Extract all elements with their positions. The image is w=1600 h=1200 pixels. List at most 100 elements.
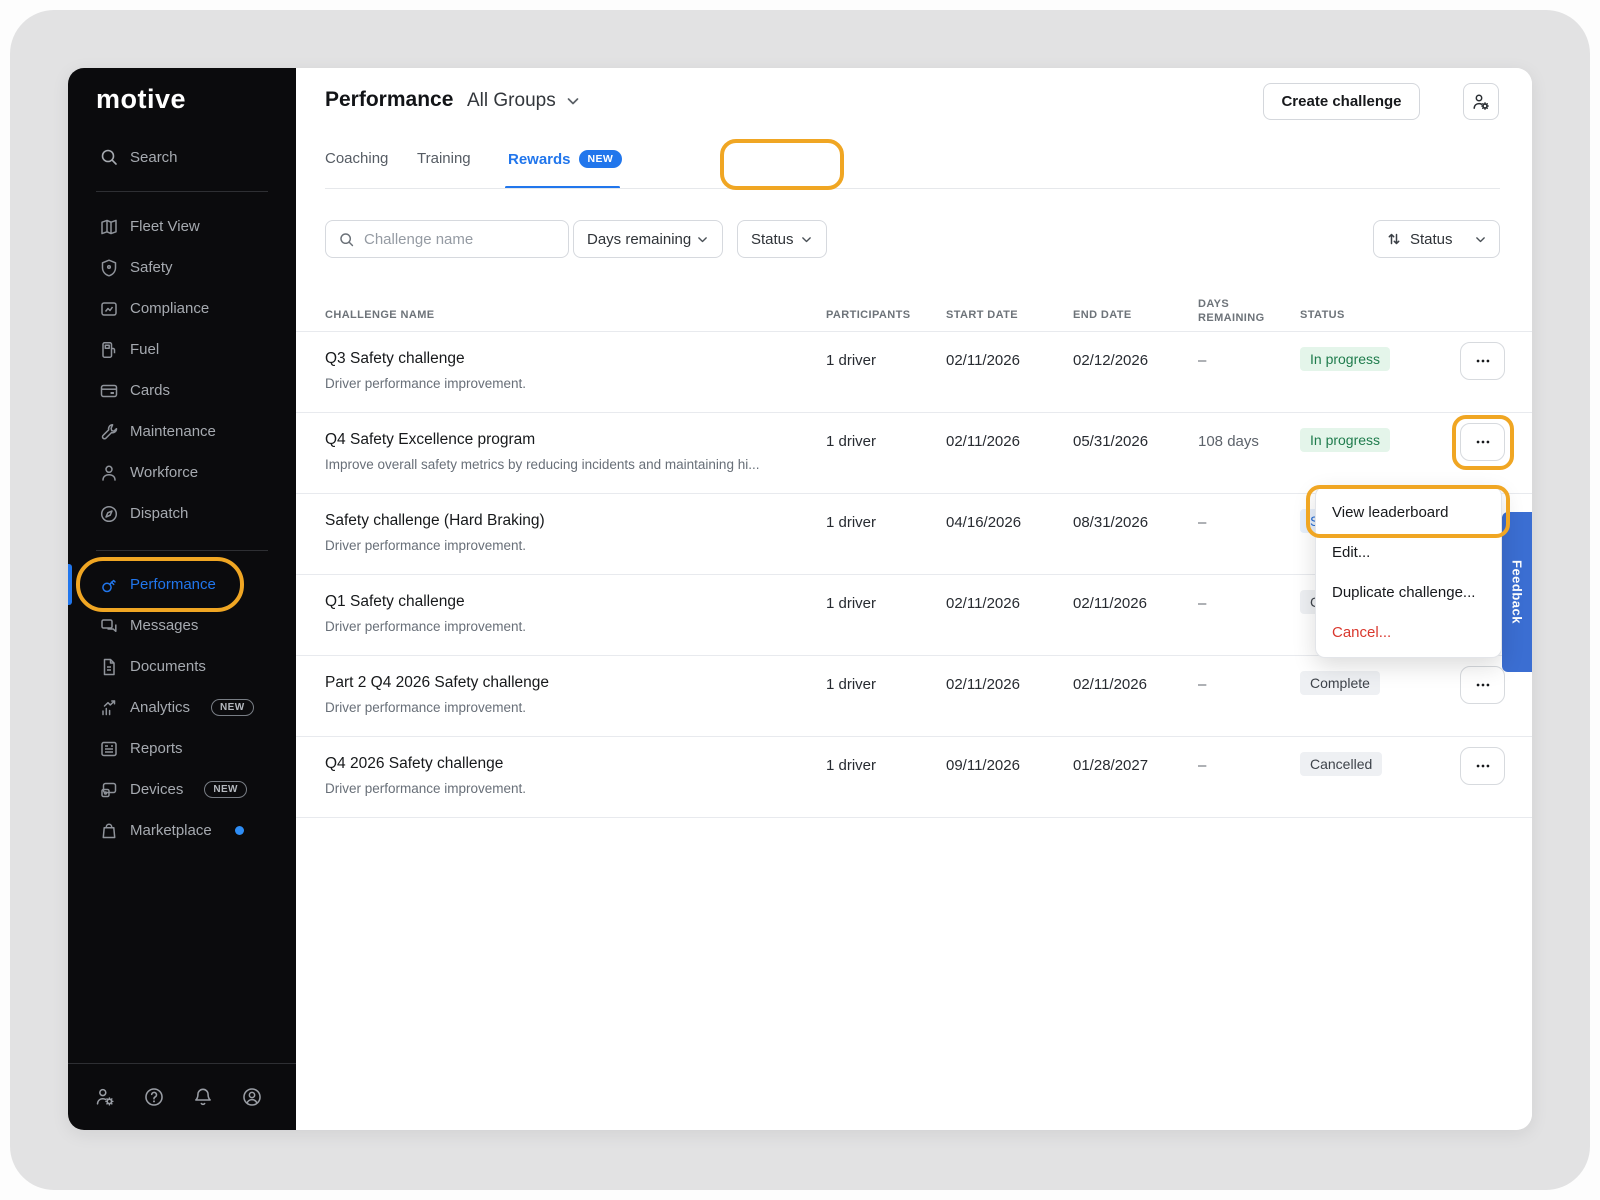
search-icon — [338, 231, 355, 248]
sidebar-item-documents[interactable]: Documents — [68, 646, 296, 687]
table-row[interactable]: Q3 Safety challenge Driver performance i… — [296, 332, 1532, 413]
status-badge: In progress — [1300, 347, 1390, 371]
sidebar-item-label: Reports — [130, 740, 183, 757]
sidebar-item-performance[interactable]: Performance — [68, 564, 296, 605]
sidebar-nav-secondary: Performance Messages Documents Analytics… — [68, 564, 296, 851]
sidebar-item-label: Workforce — [130, 464, 198, 481]
challenge-description: Driver performance improvement. — [325, 700, 526, 715]
whistle-icon — [98, 574, 119, 595]
sidebar-item-fleet-view[interactable]: Fleet View — [68, 206, 296, 247]
days-remaining-value: – — [1198, 595, 1206, 612]
sidebar-nav-primary: Fleet View Safety Compliance Fuel Cards — [68, 206, 296, 534]
row-actions-button[interactable] — [1460, 423, 1505, 461]
feedback-tab[interactable]: Feedback — [1502, 512, 1532, 672]
sidebar-item-label: Fuel — [130, 341, 159, 358]
challenge-name: Part 2 Q4 2026 Safety challenge — [325, 674, 549, 692]
status-filter[interactable]: Status — [737, 220, 827, 258]
row-actions-button[interactable] — [1460, 747, 1505, 785]
notification-dot — [235, 826, 244, 835]
sidebar-item-safety[interactable]: Safety — [68, 247, 296, 288]
days-remaining-value: – — [1198, 514, 1206, 531]
start-date-value: 04/16/2026 — [946, 514, 1021, 531]
notifications-bell-button[interactable] — [189, 1083, 217, 1111]
sidebar-item-fuel[interactable]: Fuel — [68, 329, 296, 370]
row-actions-button[interactable] — [1460, 666, 1505, 704]
participants-value: 1 driver — [826, 433, 876, 450]
participants-value: 1 driver — [826, 514, 876, 531]
menu-item-view-leaderboard[interactable]: View leaderboard — [1316, 493, 1501, 533]
menu-item-edit[interactable]: Edit... — [1316, 533, 1501, 573]
sidebar-item-label: Dispatch — [130, 505, 188, 522]
chat-bubbles-icon — [98, 615, 119, 636]
help-button[interactable] — [140, 1083, 168, 1111]
sidebar-item-marketplace[interactable]: Marketplace — [68, 810, 296, 851]
challenge-description: Driver performance improvement. — [325, 619, 526, 634]
devices-icon — [98, 779, 119, 800]
account-button[interactable] — [238, 1083, 266, 1111]
participants-value: 1 driver — [826, 757, 876, 774]
sidebar-divider — [68, 1063, 296, 1064]
motive-logo: Motive — [96, 84, 186, 115]
table-row[interactable]: Part 2 Q4 2026 Safety challenge Driver p… — [296, 656, 1532, 737]
challenge-description: Improve overall safety metrics by reduci… — [325, 457, 759, 472]
sidebar-search[interactable]: Search — [68, 137, 296, 177]
sidebar: Motive Search Fleet View Safety — [68, 68, 296, 1130]
sidebar-item-dispatch[interactable]: Dispatch — [68, 493, 296, 534]
sidebar-item-workforce[interactable]: Workforce — [68, 452, 296, 493]
challenge-description: Driver performance improvement. — [325, 538, 526, 553]
start-date-value: 02/11/2026 — [946, 433, 1020, 450]
menu-item-cancel[interactable]: Cancel... — [1316, 613, 1501, 653]
tab-training[interactable]: Training — [417, 150, 471, 167]
sidebar-item-compliance[interactable]: Compliance — [68, 288, 296, 329]
sidebar-item-label: Messages — [130, 617, 198, 634]
days-remaining-filter[interactable]: Days remaining — [573, 220, 723, 258]
person-icon — [98, 462, 119, 483]
row-actions-button[interactable] — [1460, 342, 1505, 380]
sidebar-item-devices[interactable]: Devices NEW — [68, 769, 296, 810]
sidebar-item-maintenance[interactable]: Maintenance — [68, 411, 296, 452]
group-filter-dropdown[interactable]: All Groups — [467, 90, 581, 112]
sidebar-item-cards[interactable]: Cards — [68, 370, 296, 411]
sort-control[interactable]: Status — [1373, 220, 1500, 258]
table-row[interactable]: Q4 2026 Safety challenge Driver performa… — [296, 737, 1532, 818]
sort-arrows-icon — [1386, 231, 1402, 247]
user-roles-button[interactable] — [1463, 83, 1499, 120]
map-icon — [98, 216, 119, 237]
participants-value: 1 driver — [826, 595, 876, 612]
report-icon — [98, 738, 119, 759]
document-icon — [98, 656, 119, 677]
start-date-value: 02/11/2026 — [946, 676, 1020, 693]
new-badge: NEW — [211, 699, 254, 716]
status-cell: Complete — [1300, 671, 1380, 695]
chevron-down-icon — [800, 233, 813, 246]
sidebar-item-messages[interactable]: Messages — [68, 605, 296, 646]
menu-item-duplicate-challenge[interactable]: Duplicate challenge... — [1316, 573, 1501, 613]
sidebar-item-label: Fleet View — [130, 218, 200, 235]
challenge-name: Q4 Safety Excellence program — [325, 431, 535, 449]
days-remaining-value: – — [1198, 352, 1206, 369]
sidebar-item-analytics[interactable]: Analytics NEW — [68, 687, 296, 728]
sidebar-item-label: Devices — [130, 781, 183, 798]
start-date-value: 02/11/2026 — [946, 352, 1020, 369]
challenge-search[interactable] — [325, 220, 569, 258]
search-icon — [99, 147, 119, 167]
table-header: Challenge name Participants Start date E… — [296, 283, 1532, 332]
tab-coaching[interactable]: Coaching — [325, 150, 388, 167]
wrench-icon — [98, 421, 119, 442]
status-badge: In progress — [1300, 428, 1390, 452]
tab-rewards[interactable]: Rewards NEW — [508, 150, 622, 168]
sidebar-item-reports[interactable]: Reports — [68, 728, 296, 769]
status-badge: Complete — [1300, 671, 1380, 695]
column-header-status: Status — [1300, 309, 1345, 321]
user-settings-button[interactable] — [91, 1083, 119, 1111]
group-filter-label: All Groups — [467, 90, 556, 112]
end-date-value: 02/11/2026 — [1073, 676, 1147, 693]
sidebar-item-label: Maintenance — [130, 423, 216, 440]
search-input[interactable] — [364, 231, 544, 248]
table-row[interactable]: Q4 Safety Excellence program Improve ove… — [296, 413, 1532, 494]
status-cell: Cancelled — [1300, 752, 1382, 776]
days-remaining-value: – — [1198, 676, 1206, 693]
sidebar-divider — [96, 191, 268, 192]
chevron-down-icon — [696, 233, 709, 246]
create-challenge-button[interactable]: Create challenge — [1263, 83, 1420, 120]
